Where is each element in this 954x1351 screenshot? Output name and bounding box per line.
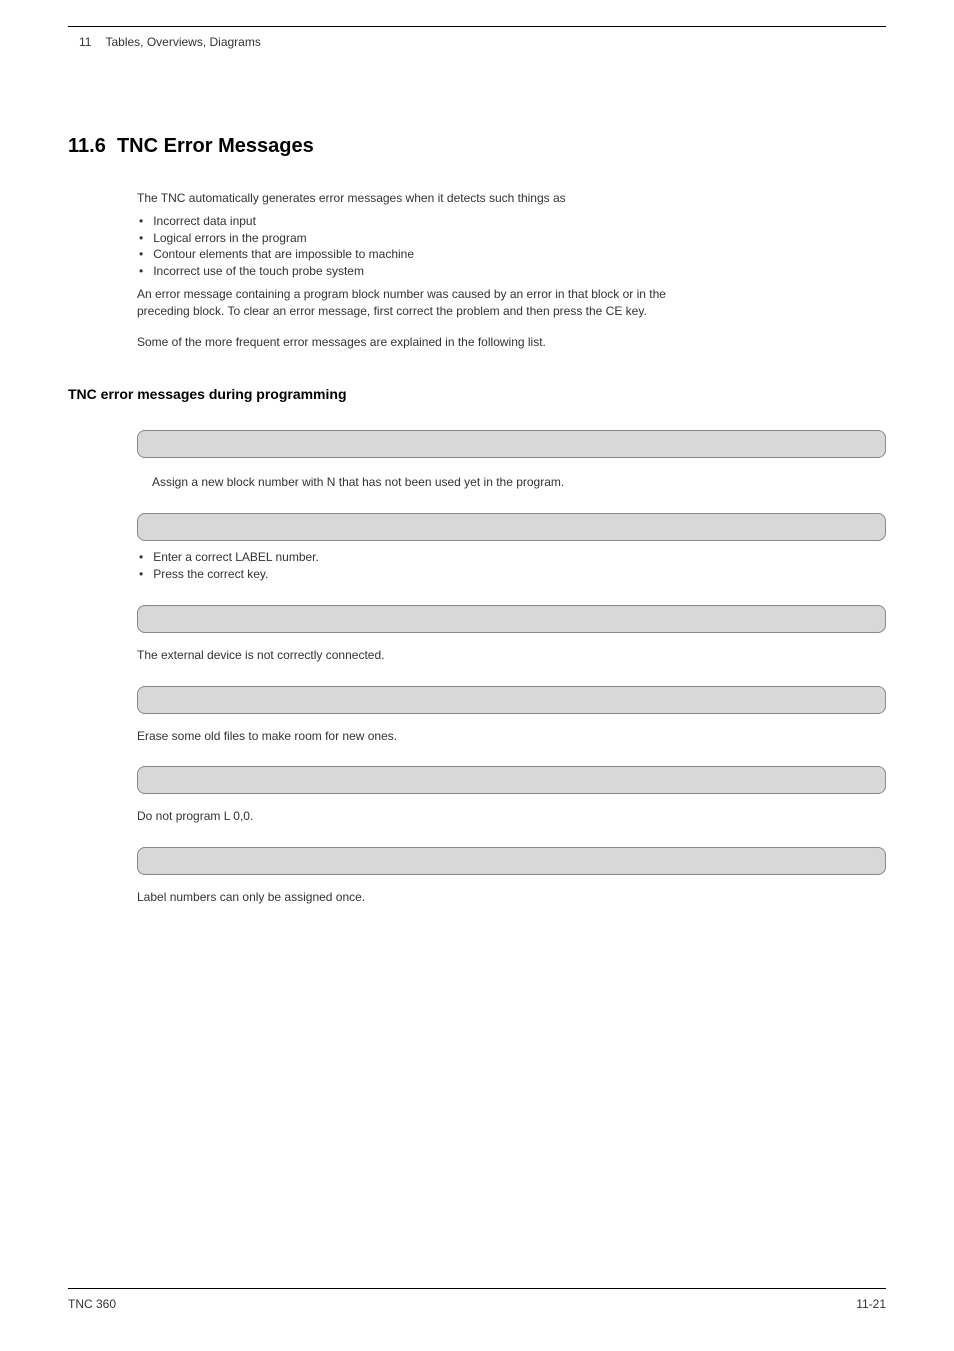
footer-rule <box>68 1288 886 1289</box>
content-block: The TNC automatically generates error me… <box>137 158 886 350</box>
error-message-box <box>137 766 886 794</box>
error-explanation: Do not program L 0,0. <box>137 808 886 825</box>
header-chapter-number: 11 <box>79 35 91 49</box>
intro-paragraph-1: The TNC automatically generates error me… <box>137 190 886 207</box>
error-message-box <box>137 847 886 875</box>
messages-block: Assign a new block number with N that ha… <box>137 402 886 906</box>
header-rule <box>68 26 886 27</box>
intro-bullet-item: Incorrect data input <box>137 213 886 230</box>
error-message-box <box>137 430 886 458</box>
section-heading: 11.6 TNC Error Messages <box>68 135 886 158</box>
error-explanation-item: Enter a correct LABEL number. <box>137 549 886 566</box>
error-explanation: Label numbers can only be assigned once. <box>137 889 886 906</box>
error-message-box <box>137 513 886 541</box>
error-explanation: Erase some old files to make room for ne… <box>137 728 886 745</box>
footer-left: TNC 360 <box>68 1297 116 1311</box>
running-footer: TNC 360 11-21 <box>68 1288 886 1311</box>
intro-paragraph-3: Some of the more frequent error messages… <box>137 334 667 351</box>
sub-heading: TNC error messages during programming <box>68 386 886 402</box>
header-chapter-title: Tables, Overviews, Diagrams <box>105 35 260 49</box>
error-message-box <box>137 686 886 714</box>
error-explanation-list: Enter a correct LABEL number. Press the … <box>137 549 886 583</box>
footer-row: TNC 360 11-21 <box>68 1297 886 1311</box>
section-number: 11.6 <box>68 135 106 157</box>
section-title: TNC Error Messages <box>117 135 314 157</box>
intro-bullet-item: Contour elements that are impossible to … <box>137 246 886 263</box>
intro-bullet-list: Incorrect data input Logical errors in t… <box>137 213 886 280</box>
intro-paragraph-2: An error message containing a program bl… <box>137 286 667 320</box>
error-message-box <box>137 605 886 633</box>
intro-bullet-item: Incorrect use of the touch probe system <box>137 263 886 280</box>
intro-bullet-item: Logical errors in the program <box>137 230 886 247</box>
footer-right: 11-21 <box>856 1297 886 1311</box>
error-explanation-item: Press the correct key. <box>137 566 886 583</box>
error-explanation: The external device is not correctly con… <box>137 647 886 664</box>
page-container: 11 Tables, Overviews, Diagrams 11.6 TNC … <box>0 0 954 1351</box>
error-explanation: Assign a new block number with N that ha… <box>152 474 886 491</box>
running-header: 11 Tables, Overviews, Diagrams <box>79 35 886 49</box>
